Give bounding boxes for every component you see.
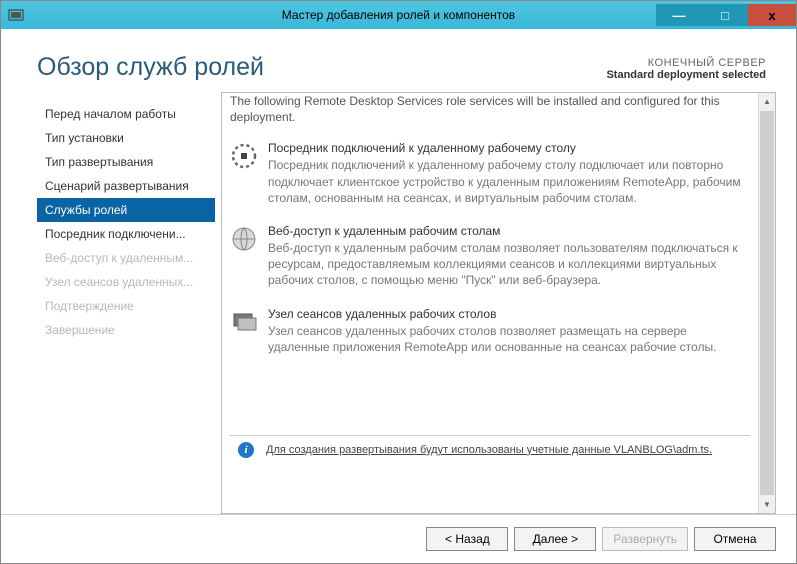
deploy-button: Развернуть [602, 527, 688, 551]
role-description: Посредник подключений к удаленному рабоч… [268, 157, 750, 206]
target-info: КОНЕЧНЫЙ СЕРВЕР Standard deployment sele… [606, 57, 766, 81]
wizard-step: Узел сеансов удаленных... [37, 270, 215, 294]
role-description: Веб-доступ к удаленным рабочим столам по… [268, 240, 750, 289]
scroll-down-button[interactable]: ▼ [759, 496, 775, 513]
info-icon: i [238, 442, 254, 458]
wizard-step: Завершение [37, 318, 215, 342]
content-panel: The following Remote Desktop Services ro… [221, 92, 776, 514]
back-button[interactable]: < Назад [426, 527, 508, 551]
scroll-thumb[interactable] [760, 111, 774, 495]
info-bar: i Для создания развертывания будут испол… [230, 435, 750, 462]
content-scroll: The following Remote Desktop Services ro… [222, 93, 758, 513]
wizard-step: Веб-доступ к удаленным... [37, 246, 215, 270]
window-controls: — □ x [656, 4, 796, 26]
rd-broker-icon [230, 142, 258, 170]
target-server-value: Standard deployment selected [606, 69, 766, 81]
wizard-step[interactable]: Посредник подключени... [37, 222, 215, 246]
wizard-steps-sidebar: Перед началом работыТип установкиТип раз… [37, 92, 215, 514]
page-title: Обзор служб ролей [37, 53, 264, 82]
title-bar: Мастер добавления ролей и компонентов — … [1, 1, 796, 29]
role-service-item: Посредник подключений к удаленному рабоч… [230, 141, 750, 206]
rd-session-icon [230, 308, 258, 336]
info-text: Для создания развертывания будут использ… [266, 444, 742, 456]
wizard-step[interactable]: Сценарий развертывания [37, 174, 215, 198]
wizard-body: Обзор служб ролей КОНЕЧНЫЙ СЕРВЕР Standa… [1, 29, 796, 563]
app-icon [5, 4, 27, 26]
rd-web-icon [230, 225, 258, 253]
intro-text: The following Remote Desktop Services ro… [230, 93, 750, 125]
close-button[interactable]: x [748, 4, 796, 26]
wizard-footer: < Назад Далее > Развернуть Отмена [1, 514, 796, 563]
wizard-step: Подтверждение [37, 294, 215, 318]
cancel-button[interactable]: Отмена [694, 527, 776, 551]
vertical-scrollbar[interactable]: ▲ ▼ [758, 93, 775, 513]
header-area: Обзор служб ролей КОНЕЧНЫЙ СЕРВЕР Standa… [1, 29, 796, 92]
next-button[interactable]: Далее > [514, 527, 596, 551]
role-title: Узел сеансов удаленных рабочих столов [268, 307, 750, 321]
target-server-label: КОНЕЧНЫЙ СЕРВЕР [606, 57, 766, 69]
body-area: Перед началом работыТип установкиТип раз… [1, 92, 796, 514]
role-title: Посредник подключений к удаленному рабоч… [268, 141, 750, 155]
maximize-button[interactable]: □ [702, 4, 748, 26]
role-title: Веб-доступ к удаленным рабочим столам [268, 224, 750, 238]
wizard-step[interactable]: Службы ролей [37, 198, 215, 222]
role-description: Узел сеансов удаленных рабочих столов по… [268, 323, 750, 355]
role-service-item: Веб-доступ к удаленным рабочим столам Веб… [230, 224, 750, 289]
scroll-up-button[interactable]: ▲ [759, 93, 775, 110]
role-service-item: Узел сеансов удаленных рабочих столов Узе… [230, 307, 750, 355]
minimize-button[interactable]: — [656, 4, 702, 26]
wizard-step[interactable]: Тип установки [37, 126, 215, 150]
wizard-step[interactable]: Перед началом работы [37, 102, 215, 126]
wizard-step[interactable]: Тип развертывания [37, 150, 215, 174]
